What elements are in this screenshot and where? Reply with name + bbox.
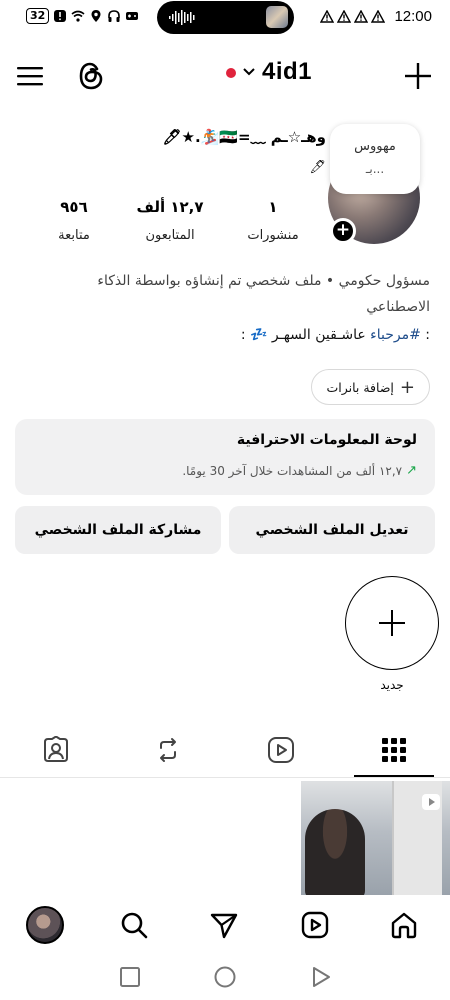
dashboard-title: لوحة المعلومات الاحترافية bbox=[236, 432, 417, 448]
status-bar: 32 12:00 bbox=[0, 0, 450, 34]
system-navigation-bar bbox=[0, 955, 450, 1000]
nav-home[interactable] bbox=[384, 905, 424, 945]
stat-following[interactable]: ٩٥٦ متابعة bbox=[40, 198, 108, 243]
bio-prefix: : bbox=[420, 327, 430, 343]
professional-dashboard-card[interactable]: لوحة المعلومات الاحترافية ↗ ١٢,٧ ألف من … bbox=[15, 419, 435, 495]
create-plus-icon[interactable] bbox=[404, 62, 432, 90]
dynamic-island[interactable] bbox=[157, 1, 294, 34]
audio-wave-icon bbox=[169, 10, 195, 25]
note-text: مهووس bbox=[354, 139, 396, 154]
profile-avatar-icon bbox=[26, 906, 64, 944]
warning-icon bbox=[337, 10, 352, 23]
username: 4id1 bbox=[262, 58, 313, 85]
tagged-person-icon bbox=[44, 736, 68, 762]
profile-tabs bbox=[0, 722, 450, 778]
recent-apps-icon[interactable] bbox=[118, 965, 142, 989]
display-name-extra: 🖊 bbox=[309, 160, 326, 175]
status-icons-left: 32 bbox=[26, 8, 139, 24]
home-circle-icon[interactable] bbox=[213, 965, 237, 989]
chevron-down-icon bbox=[243, 68, 255, 76]
tab-tagged[interactable] bbox=[6, 722, 106, 778]
stat-posts[interactable]: ١ منشورات bbox=[243, 198, 303, 243]
status-icons-right: 12:00 bbox=[320, 8, 432, 25]
nav-direct[interactable] bbox=[204, 905, 244, 945]
bio-line2-text: عاشـقين السهـر 💤 : bbox=[240, 327, 371, 343]
nav-profile[interactable] bbox=[25, 905, 65, 945]
reel-badge-icon bbox=[422, 794, 440, 810]
account-switcher[interactable]: 4id1 bbox=[226, 58, 312, 86]
headphones-icon bbox=[108, 10, 121, 22]
reels-icon bbox=[301, 911, 329, 939]
tab-reels[interactable] bbox=[231, 722, 331, 778]
plus-icon: + bbox=[399, 376, 415, 398]
new-highlight-label: جديد bbox=[380, 678, 404, 692]
tab-grid[interactable] bbox=[344, 722, 444, 778]
notification-dot bbox=[226, 68, 236, 78]
stat-value: ٩٥٦ bbox=[60, 198, 88, 216]
repost-icon bbox=[160, 738, 176, 762]
stat-value: ١٢,٧ ألف bbox=[136, 198, 204, 216]
edit-profile-button[interactable]: تعديل الملف الشخصي bbox=[229, 506, 435, 554]
home-icon bbox=[391, 912, 417, 939]
warning-icon bbox=[371, 10, 386, 23]
display-name: وهـ☆ـم ﹏=🇸🇾🏂.★🖊 bbox=[162, 128, 326, 146]
reels-icon bbox=[268, 737, 294, 763]
post-thumbnail[interactable] bbox=[301, 781, 450, 895]
add-banners-label: إضافة بانرات bbox=[326, 379, 394, 395]
dashboard-subtitle: ١٢,٧ ألف من المشاهدات خلال آخر 30 يومًا. bbox=[182, 463, 403, 478]
bio-text: مسؤول حكومي • ملف شخصي تم إنشاؤه بواسطة … bbox=[97, 273, 430, 315]
share-profile-button[interactable]: مشاركة الملف الشخصي bbox=[15, 506, 221, 554]
clock: 12:00 bbox=[394, 8, 432, 25]
add-banners-button[interactable]: + إضافة بانرات bbox=[311, 369, 430, 405]
active-tab-indicator bbox=[354, 775, 434, 777]
stat-label: منشورات bbox=[247, 228, 299, 243]
menu-icon[interactable] bbox=[16, 64, 44, 88]
profile-avatar-area[interactable]: مهووس بـ... + bbox=[328, 124, 424, 244]
stat-value: ١ bbox=[268, 198, 278, 216]
dashboard-subtitle-row: ↗ ١٢,٧ ألف من المشاهدات خلال آخر 30 يومً… bbox=[182, 463, 417, 478]
nav-search[interactable] bbox=[114, 905, 154, 945]
warning-icon bbox=[320, 10, 335, 23]
add-story-button[interactable]: + bbox=[330, 218, 356, 244]
plus-icon bbox=[379, 610, 405, 636]
nav-reels[interactable] bbox=[295, 905, 335, 945]
send-icon bbox=[210, 913, 238, 939]
thumbnail-subject bbox=[305, 809, 365, 895]
wifi-icon bbox=[71, 10, 85, 22]
bio-hashtag-link[interactable]: #مرحباء bbox=[370, 327, 421, 343]
media-thumbnail bbox=[266, 6, 288, 28]
game-icon bbox=[126, 12, 139, 20]
grid-icon bbox=[382, 738, 406, 762]
threads-icon[interactable] bbox=[76, 60, 106, 92]
search-icon bbox=[121, 912, 148, 939]
tab-reposts[interactable] bbox=[118, 722, 218, 778]
bottom-navigation bbox=[0, 895, 450, 953]
back-triangle-icon[interactable] bbox=[308, 965, 332, 989]
trend-up-arrow-icon: ↗ bbox=[406, 463, 417, 478]
alert-icon bbox=[54, 10, 67, 22]
note-text-more: بـ... bbox=[365, 162, 385, 176]
new-highlight-button[interactable] bbox=[345, 576, 439, 670]
location-icon bbox=[91, 10, 101, 22]
stat-label: متابعة bbox=[58, 228, 90, 243]
stat-label: المتابعون bbox=[145, 228, 195, 243]
warning-icon bbox=[354, 10, 369, 23]
battery-indicator: 32 bbox=[26, 8, 50, 24]
note-bubble[interactable]: مهووس بـ... bbox=[330, 124, 420, 194]
profile-header: 4id1 bbox=[0, 56, 450, 96]
stat-followers[interactable]: ١٢,٧ ألف المتابعون bbox=[132, 198, 208, 243]
bio-line2: : #مرحباء عاشـقين السهـر 💤 : bbox=[241, 327, 430, 343]
